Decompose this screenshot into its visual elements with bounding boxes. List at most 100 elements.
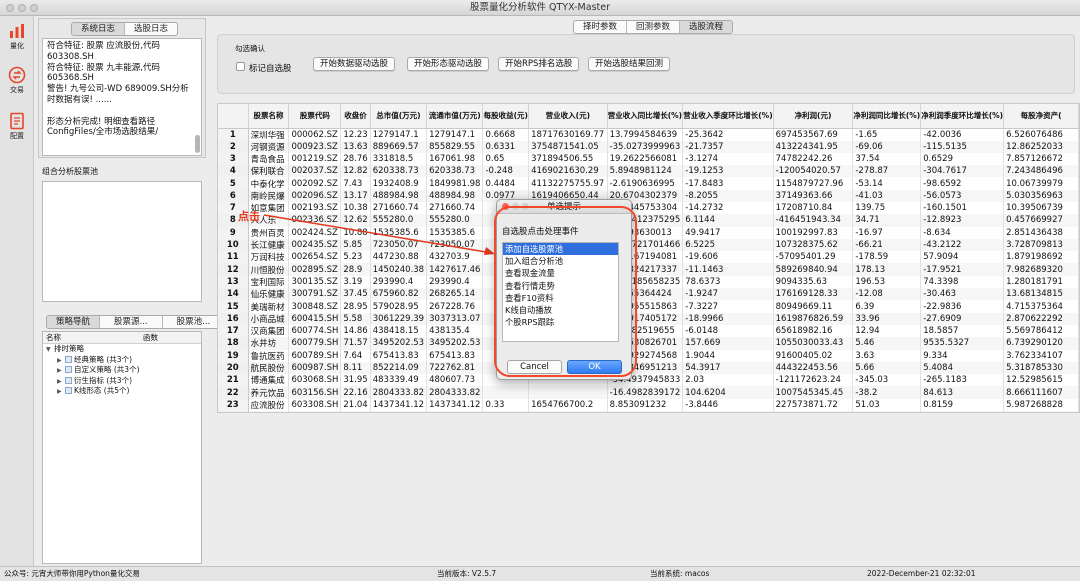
table-cell[interactable]: 675413.83 <box>426 349 484 362</box>
table-cell[interactable]: 603156.SH <box>288 386 342 399</box>
table-cell[interactable]: 620338.73 <box>370 165 428 178</box>
table-cell[interactable]: 9535.5327 <box>920 337 1005 350</box>
table-cell[interactable]: 0.33 <box>482 398 530 412</box>
table-cell[interactable]: 002092.SZ <box>288 177 342 190</box>
table-cell[interactable]: 268265.14 <box>426 288 484 301</box>
table-cell[interactable]: 2.03 <box>682 374 774 387</box>
table-cell[interactable]: 41132275755.97 <box>528 177 608 190</box>
table-cell[interactable]: 4.715375364 <box>1003 300 1079 313</box>
select-result-backtest-button[interactable]: 开始选股结果回测 <box>588 57 671 71</box>
window-controls[interactable] <box>6 4 38 12</box>
table-row[interactable]: 22 养元饮品 603156.SH 22.16 2804333.82 2804333.82… <box>218 386 1079 399</box>
row-number[interactable]: 19 <box>218 349 249 362</box>
table-cell[interactable]: 0.65 <box>482 152 530 166</box>
table-row[interactable]: 5 中泰化学 002092.SZ 7.43 1932408.9 1849981.98 0.4… <box>218 177 1079 190</box>
row-number[interactable]: 14 <box>218 288 249 301</box>
table-cell[interactable]: 3037313.07 <box>426 312 484 325</box>
table-cell[interactable]: 6.739290120 <box>1003 337 1079 350</box>
table-cell[interactable]: 600415.SH <box>288 312 342 325</box>
tree-item-derived[interactable]: ▶ 衍生指标 (共3个) <box>43 376 201 387</box>
column-header[interactable]: 营业收入季度环比增长(%) <box>682 104 774 129</box>
table-cell[interactable]: 鲁抗医药 <box>248 349 290 362</box>
row-number[interactable]: 20 <box>218 361 249 375</box>
table-cell[interactable]: 宝利国际 <box>248 275 290 289</box>
tab-stock-selection[interactable]: 选股流程 <box>680 21 733 33</box>
table-cell[interactable]: -21.7357 <box>682 140 774 153</box>
table-cell[interactable]: 413224341.95 <box>773 140 854 153</box>
table-row[interactable]: 15 美瑞新材 300848.SZ 28.95 579028.95 267228.76 29… <box>218 300 1079 313</box>
table-cell[interactable]: 603068.SH <box>288 374 342 387</box>
table-cell[interactable]: 458016.7 <box>370 411 428 412</box>
table-cell[interactable]: 37189450​6.55 <box>528 152 608 166</box>
table-cell[interactable]: 7.64 <box>340 349 371 362</box>
tab-stock-source[interactable]: 股票源... <box>100 316 163 328</box>
table-cell[interactable]: -11.1463 <box>682 263 774 276</box>
table-cell[interactable]: 267228.76 <box>426 300 484 313</box>
column-header[interactable]: 总市值(万元) <box>370 104 428 129</box>
table-row[interactable]: 20 航民股份 600987.SH 8.11 852214.09 722762.81 27.… <box>218 361 1079 375</box>
table-cell[interactable]: -14.2732 <box>682 201 774 215</box>
row-number[interactable]: 23 <box>218 398 249 412</box>
table-cell[interactable]: -17.8483 <box>682 177 774 190</box>
column-header[interactable]: 流通市值(万元) <box>426 104 484 129</box>
table-cell[interactable]: 603308.SH <box>288 398 342 412</box>
table-cell[interactable]: 1007545345.45 <box>773 386 854 399</box>
table-cell[interactable]: 167061.98 <box>426 152 484 166</box>
table-cell[interactable]: -16.97 <box>852 226 922 239</box>
table-cell[interactable]: 76834.54 <box>426 411 484 412</box>
table-cell[interactable]: 河钢资源 <box>248 140 290 153</box>
table-cell[interactable]: 13.63 <box>340 140 371 153</box>
tree-item-custom[interactable]: ▶ 自定义策略 (共3个) <box>43 365 201 376</box>
row-number[interactable]: 10 <box>218 238 249 252</box>
row-number[interactable]: 4 <box>218 165 249 178</box>
table-cell[interactable]: -120054020.57 <box>773 165 854 178</box>
table-cell[interactable]: 4169021630.29 <box>528 165 608 178</box>
row-number[interactable]: 18 <box>218 337 249 350</box>
column-header[interactable]: 股票名称 <box>248 104 290 129</box>
table-cell[interactable]: 33.96 <box>852 312 922 325</box>
tab-stock-pool[interactable]: 股票池... <box>163 316 225 328</box>
row-number[interactable]: 1 <box>218 128 249 141</box>
strategy-tree[interactable]: 名称 函数 ▼ 排时策略 ▶ 经典策略 (共3个) ▶ 自定义策略 (共3个) ▶ 衍生… <box>42 331 202 564</box>
table-row[interactable]: 12 川恒股份 002895.SZ 28.9 1450240.38 1427617.46 4… <box>218 263 1079 276</box>
table-cell[interactable]: -12.8923 <box>920 214 1005 227</box>
table-cell[interactable]: 小商品城 <box>248 312 290 325</box>
table-cell[interactable]: 5.318785330 <box>1003 361 1079 375</box>
table-cell[interactable]: 5.987268828 <box>1003 398 1079 412</box>
table-cell[interactable]: 14.86 <box>340 324 371 338</box>
table-cell[interactable]: 8.11 <box>340 361 371 375</box>
table-cell[interactable]: -3.1274 <box>682 152 774 166</box>
table-cell[interactable]: 养元饮品 <box>248 386 290 399</box>
table-row[interactable]: 13 宝利国际 300135.SZ 3.19 293990.4 293990.4 -12.1… <box>218 275 1079 289</box>
column-header[interactable]: 净利润(元) <box>773 104 854 129</box>
table-cell[interactable]: 002096.SZ <box>288 189 342 202</box>
table-cell[interactable]: 000062.SZ <box>288 128 342 141</box>
table-cell[interactable]: 1055030033.43 <box>773 337 854 350</box>
table-cell[interactable]: 5.569786412 <box>1003 324 1079 338</box>
mark-favorite-checkbox[interactable] <box>236 62 245 71</box>
row-number[interactable]: 9 <box>218 226 249 239</box>
row-number[interactable]: 24 <box>218 411 249 412</box>
table-cell[interactable]: 12.94 <box>852 324 922 338</box>
table-cell[interactable]: 0.19 <box>482 411 530 412</box>
table-cell[interactable]: -35.0273999963 <box>607 140 684 153</box>
tree-root[interactable]: ▼ 排时策略 <box>43 344 201 355</box>
table-cell[interactable]: -30.463 <box>920 288 1005 301</box>
table-cell[interactable]: 300848.SZ <box>288 300 342 313</box>
nav-config[interactable]: 配置 <box>0 112 34 141</box>
table-row[interactable]: 23 应流股份 603308.SH 21.04 1437341.12 1437341.12… <box>218 398 1079 412</box>
table-cell[interactable]: 7.43 <box>340 177 371 190</box>
table-cell[interactable]: 57.9094 <box>920 251 1005 264</box>
table-cell[interactable]: 5.46 <box>852 337 922 350</box>
tab-timing-params[interactable]: 择时参数 <box>574 21 628 33</box>
table-cell[interactable]: -17.9521 <box>920 263 1005 276</box>
table-cell[interactable]: 37149363.66 <box>773 189 854 202</box>
table-cell[interactable]: 1437341.12 <box>370 398 428 412</box>
table-cell[interactable]: 28.9 <box>340 263 371 276</box>
table-cell[interactable]: -416451943.34 <box>773 214 854 227</box>
table-cell[interactable]: 37.45 <box>340 288 371 301</box>
table-cell[interactable]: 1588312682.54 <box>528 411 608 412</box>
table-cell[interactable]: -25.3642 <box>682 128 774 141</box>
log-scrollbar[interactable] <box>195 135 200 153</box>
table-cell[interactable]: 5.66 <box>852 361 922 375</box>
